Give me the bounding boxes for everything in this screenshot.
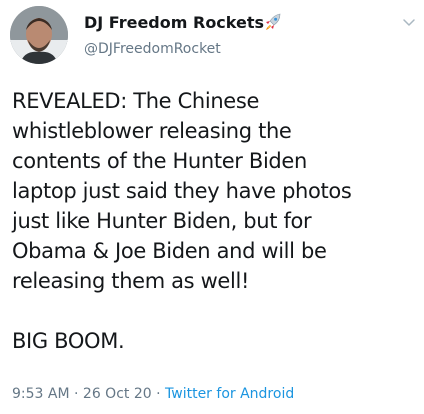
tweet-text: REVEALED: The Chinese whistleblower rele… [12, 89, 352, 353]
chevron-down-icon[interactable] [402, 18, 416, 28]
tweet-card: DJ Freedom Rockets @DJFreedomRocket REVE… [0, 0, 424, 414]
rocket-icon [266, 13, 281, 30]
tweet-time[interactable]: 9:53 AM [12, 386, 70, 402]
tweet-date[interactable]: 26 Oct 20 [83, 386, 152, 402]
meta-separator: · [151, 386, 166, 402]
display-name[interactable]: DJ Freedom Rockets [84, 14, 264, 32]
tweet-source-link[interactable]: Twitter for Android [165, 386, 294, 402]
avatar-image [10, 6, 68, 64]
avatar[interactable] [10, 6, 68, 64]
user-handle[interactable]: @DJFreedomRocket [84, 41, 221, 57]
meta-separator: · [69, 386, 83, 402]
tweet-meta: 9:53 AM · 26 Oct 20 · Twitter for Androi… [12, 385, 294, 403]
